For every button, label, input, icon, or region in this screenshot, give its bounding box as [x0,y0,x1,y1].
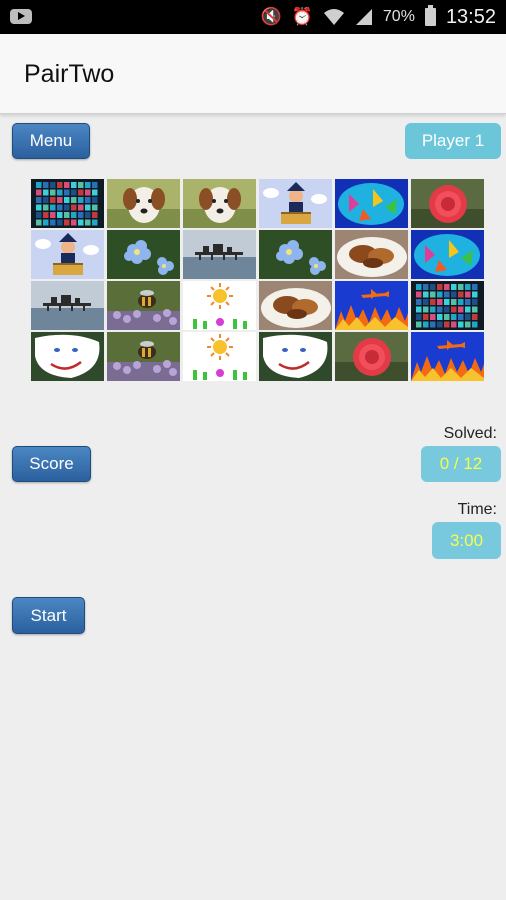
dog-image [107,179,180,228]
card-tile[interactable] [335,281,408,330]
mute-icon: 🔇 [260,7,282,26]
pier-image [183,230,256,279]
card-tile[interactable] [411,332,484,381]
plane-fire-image [411,332,484,381]
solved-value: 0 / 12 [421,446,501,482]
cartoon-boy-image [31,230,104,279]
sun-drawing-image [183,281,256,330]
face-drawing-image [31,332,104,381]
alarm-icon: ⏰ [291,7,313,26]
card-tile[interactable] [31,281,104,330]
balloons-art-image [411,230,484,279]
red-flower-image [411,179,484,228]
time-label: Time: [457,501,497,518]
card-tile[interactable] [259,281,332,330]
bee-lavender-image [107,281,180,330]
pier-image [31,281,104,330]
face-drawing-image [259,332,332,381]
dog-image [183,179,256,228]
start-button[interactable]: Start [12,597,85,634]
card-tile[interactable] [335,332,408,381]
red-flower-image [335,332,408,381]
card-tile[interactable] [31,230,104,279]
blue-flowers-image [259,230,332,279]
food-plate-image [335,230,408,279]
app-title: PairTwo [24,60,115,88]
card-tile[interactable] [31,332,104,381]
balloons-art-image [335,179,408,228]
menu-button[interactable]: Menu [12,123,90,159]
bee-lavender-image [107,332,180,381]
food-plate-image [259,281,332,330]
wifi-icon [323,9,344,25]
card-tile[interactable] [411,179,484,228]
card-tile[interactable] [107,230,180,279]
card-tile[interactable] [259,332,332,381]
player-button[interactable]: Player 1 [405,123,501,159]
card-tile[interactable] [183,230,256,279]
card-tile[interactable] [107,179,180,228]
clock: 13:52 [445,5,496,28]
card-grid [31,179,484,381]
card-tile[interactable] [335,179,408,228]
blue-flowers-image [107,230,180,279]
card-tile[interactable] [183,281,256,330]
disco-ball-image [31,179,104,228]
app-bar: PairTwo [0,34,506,114]
card-tile[interactable] [107,332,180,381]
battery-icon [424,5,436,26]
score-button[interactable]: Score [12,446,91,482]
card-tile[interactable] [259,230,332,279]
card-tile[interactable] [31,179,104,228]
card-tile[interactable] [259,179,332,228]
signal-icon [355,9,372,25]
card-tile[interactable] [107,281,180,330]
card-tile[interactable] [183,332,256,381]
battery-percent: 70% [382,8,415,25]
youtube-icon [10,9,32,24]
cartoon-boy-image [259,179,332,228]
plane-fire-image [335,281,408,330]
card-tile[interactable] [183,179,256,228]
disco-ball-image [411,281,484,330]
card-tile[interactable] [411,281,484,330]
time-value: 3:00 [432,522,501,559]
card-tile[interactable] [411,230,484,279]
card-tile[interactable] [335,230,408,279]
solved-label: Solved: [443,425,497,442]
sun-drawing-image [183,332,256,381]
status-bar: 🔇 ⏰ 70% 13:52 [0,0,506,34]
